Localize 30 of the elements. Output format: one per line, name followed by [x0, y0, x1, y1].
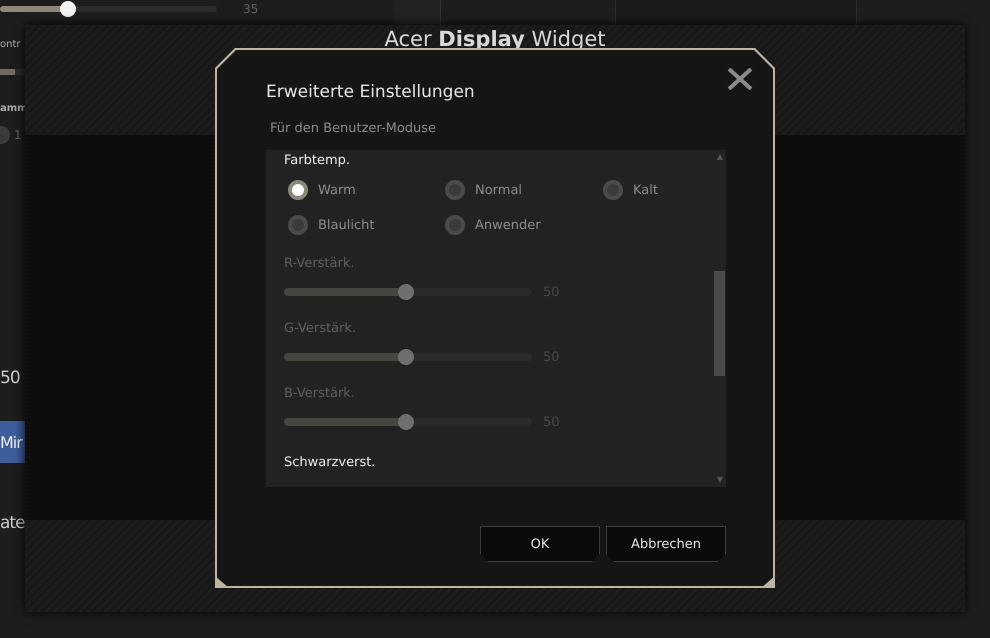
ok-button[interactable]: OK	[480, 526, 600, 562]
slider-label: R-Verstärk.	[284, 256, 356, 271]
close-icon	[727, 68, 753, 90]
radio-button[interactable]	[288, 180, 308, 200]
list-text: ate	[0, 512, 25, 535]
slider[interactable]	[0, 69, 25, 75]
dialog-title: Erweiterte Einstellungen	[266, 82, 476, 102]
section-heading: Schwarzverst.	[284, 455, 376, 470]
mode-button[interactable]: Mir	[0, 421, 25, 463]
slider-label: G-Verstärk.	[284, 321, 358, 336]
radio-button[interactable]	[445, 180, 465, 200]
radio-label: Normal	[475, 182, 522, 198]
radio-label: Warm	[318, 182, 356, 198]
radio-button[interactable]	[288, 215, 308, 235]
slider-label: B-Verstärk.	[284, 386, 356, 401]
list-text: 50	[0, 367, 21, 390]
radio-button[interactable]	[445, 215, 465, 235]
section-heading: Farbtemp.	[284, 153, 351, 168]
cancel-button[interactable]: Abbrechen	[606, 526, 726, 562]
radio-button[interactable]	[603, 180, 623, 200]
scrollbar-thumb[interactable]	[714, 271, 725, 376]
radio-label: Kalt	[633, 182, 658, 198]
close-button[interactable]	[727, 68, 753, 90]
setting-label: ontr	[0, 39, 20, 50]
radio-label: 1	[14, 128, 22, 142]
radio-label: Blaulicht	[318, 218, 374, 232]
radio-label: Anwender	[475, 218, 541, 232]
window-title: Acer Display Widget	[384, 26, 606, 52]
dialog-subtitle: Für den Benutzer-Moduse	[270, 121, 438, 136]
slider-value: 35	[243, 2, 258, 16]
